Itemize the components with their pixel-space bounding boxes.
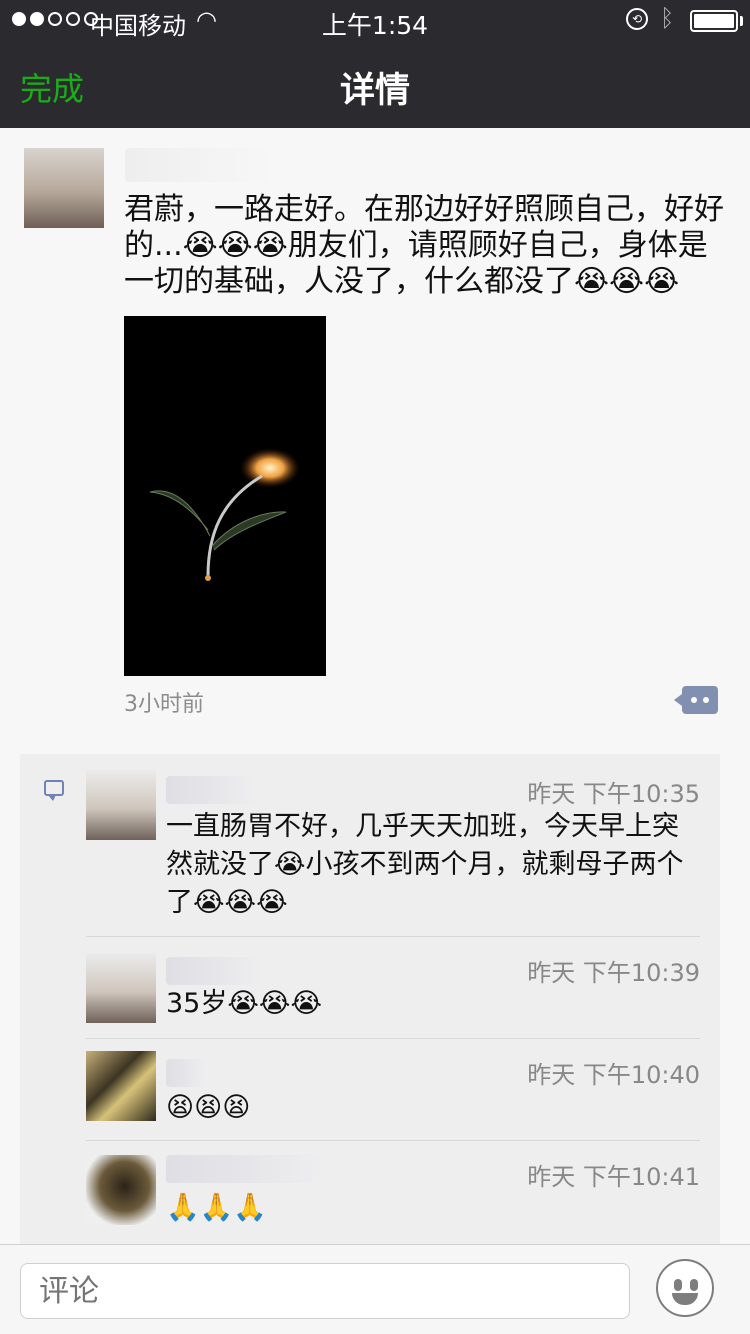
- bluetooth-icon: ᛒ: [660, 4, 675, 32]
- match-flower-image: [149, 448, 300, 581]
- battery-tip: [740, 16, 743, 26]
- battery-icon: [690, 10, 738, 32]
- commenter-name[interactable]: [166, 957, 262, 985]
- commenter-avatar[interactable]: [86, 953, 156, 1023]
- comment-item[interactable]: 昨天 下午10:40 😫😫😫: [20, 1039, 720, 1139]
- nav-bar: 完成 详情: [0, 40, 750, 128]
- comment-item[interactable]: 昨天 下午10:35 一直肠胃不好，几乎天天加班，今天早上突然就没了😭小孩不到两…: [20, 754, 720, 936]
- comment-input-bar: [0, 1244, 750, 1334]
- comment-time: 昨天 下午10:35: [527, 780, 700, 808]
- emoji-eye: [690, 1279, 698, 1291]
- emoji-eye: [674, 1279, 682, 1291]
- commenter-avatar[interactable]: [86, 1155, 156, 1225]
- commenter-avatar[interactable]: [86, 770, 156, 840]
- comment-input[interactable]: [20, 1263, 630, 1319]
- post-image[interactable]: [124, 316, 326, 676]
- comment-text: 😫😫😫: [166, 1092, 251, 1123]
- comment-item[interactable]: 昨天 下午10:39 35岁😭😭😭: [20, 937, 720, 1037]
- post-avatar[interactable]: [24, 148, 104, 228]
- post-timestamp: 3小时前: [124, 692, 204, 717]
- comment-time: 昨天 下午10:40: [527, 1061, 700, 1089]
- more-dot: [703, 697, 709, 703]
- comment-item[interactable]: 昨天 下午10:41 🙏🙏🙏: [20, 1141, 720, 1241]
- comment-text: 🙏🙏🙏: [166, 1192, 267, 1223]
- post-author-name[interactable]: [125, 148, 275, 182]
- page-title: 详情: [339, 71, 410, 111]
- commenter-name[interactable]: [166, 1155, 326, 1183]
- comment-time: 昨天 下午10:39: [527, 959, 700, 987]
- emoji-mouth: [672, 1293, 698, 1305]
- comment-text: 35岁😭😭😭: [166, 988, 323, 1019]
- comment-text: 一直肠胃不好，几乎天天加班，今天早上突然就没了😭小孩不到两个月，就剩母子两个了😭…: [166, 811, 684, 918]
- commenter-name[interactable]: [166, 776, 256, 804]
- commenter-avatar[interactable]: [86, 1051, 156, 1121]
- top-bar: 中国移动 ◠ 上午1:54 ⟲ ᛒ 完成 详情: [0, 0, 750, 128]
- rotation-lock-icon: ⟲: [626, 8, 648, 30]
- comments-panel: 昨天 下午10:35 一直肠胃不好，几乎天天加班，今天早上突然就没了😭小孩不到两…: [20, 754, 720, 1248]
- status-bar: 中国移动 ◠ 上午1:54 ⟲ ᛒ: [0, 0, 750, 40]
- comment-action-button[interactable]: [674, 686, 718, 714]
- comment-time: 昨天 下午10:41: [527, 1163, 700, 1191]
- more-dot: [691, 697, 697, 703]
- post-text: 君蔚，一路走好。在那边好好照顾自己，好好的...😭😭😭朋友们，请照顾好自己，身体…: [124, 192, 724, 299]
- emoji-button[interactable]: [656, 1259, 714, 1317]
- commenter-name[interactable]: [166, 1059, 206, 1087]
